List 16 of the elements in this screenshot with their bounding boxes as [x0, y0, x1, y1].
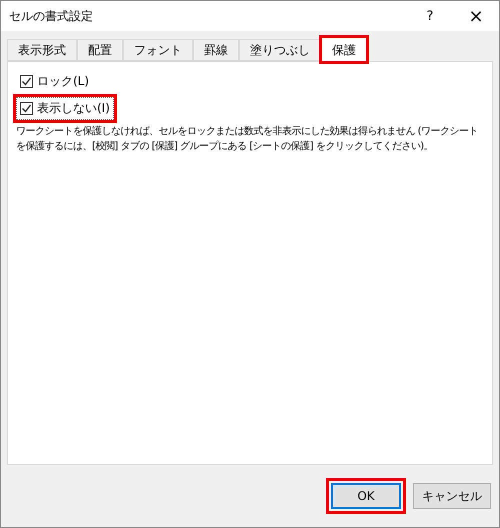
window-title: セルの書式設定 [9, 8, 94, 24]
checkbox-option[interactable]: ロック(L) [16, 70, 94, 93]
tab[interactable]: 保護 [321, 37, 367, 62]
close-button[interactable]: × [453, 1, 499, 31]
tab[interactable]: 罫線 [193, 39, 239, 61]
tab[interactable]: フォント [123, 39, 193, 61]
checkbox[interactable] [20, 75, 33, 88]
description-text: ワークシートを保護しなければ、セルをロックまたは数式を非表示にした効果は得られません (ワークシートを保護するには、[校閲] タブの [保護] グループにある [シートの保護] をクリックしてください)。 [16, 124, 480, 154]
tab[interactable]: 塗りつぶし [239, 39, 321, 61]
tab[interactable]: 配置 [77, 39, 123, 61]
checkbox[interactable] [20, 102, 33, 115]
ok-button[interactable]: OK [331, 483, 401, 509]
checkbox-option[interactable]: 表示しない(I) [16, 97, 114, 120]
cancel-button[interactable]: キャンセル [413, 483, 491, 509]
tab[interactable]: 表示形式 [7, 39, 77, 61]
help-button[interactable]: ? [407, 1, 453, 31]
